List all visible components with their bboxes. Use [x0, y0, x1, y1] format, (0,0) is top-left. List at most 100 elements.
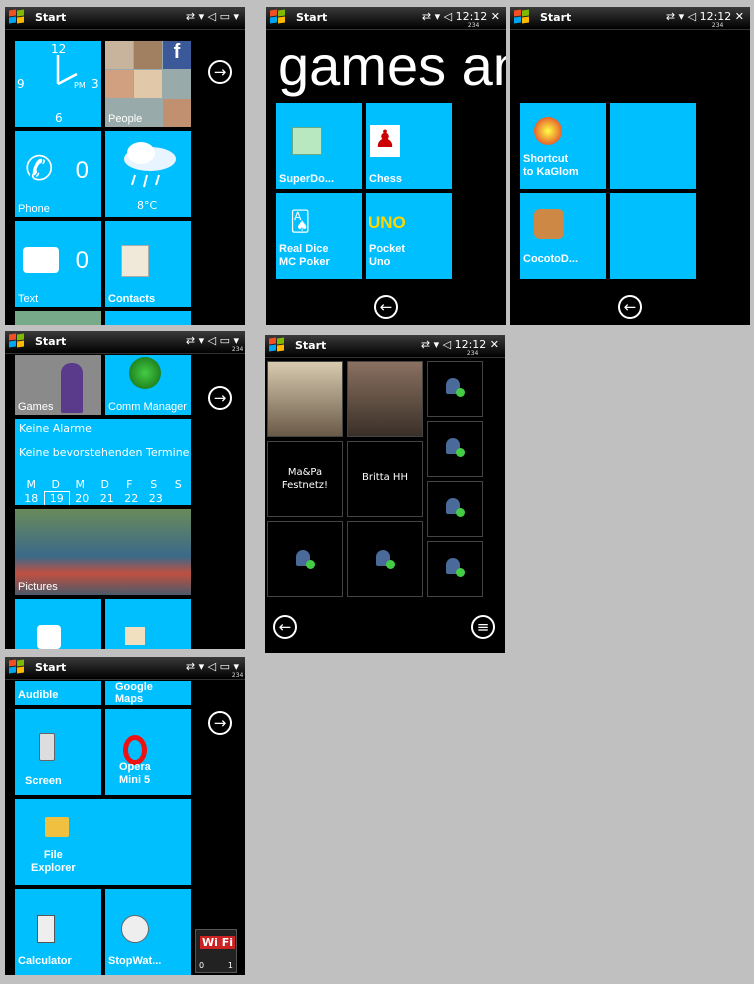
contact-tile[interactable]: Britta HH: [347, 441, 423, 517]
title-bar: Start ⇄ ▾ ◁ 12:12 ✕ 234: [510, 7, 750, 30]
kaglom-tile[interactable]: Shortcut to KaGlom: [520, 103, 606, 189]
status-icons: ⇄ ▾ ◁ 12:12 ✕ 234: [665, 10, 744, 29]
text-label: Text: [18, 293, 39, 305]
superdo-icon: [292, 127, 322, 155]
start-screen-games: Start ⇄ ▾ ◁ 12:12 ✕234 games and fun Sup…: [266, 7, 506, 325]
person-photo-4: [134, 70, 162, 98]
phone-tile[interactable]: ✆ 0 Phone: [15, 131, 101, 217]
cocoto-icon: [534, 209, 564, 239]
clock-12: 12: [51, 42, 67, 56]
wifi-widget[interactable]: Wi Fi 0 1: [195, 929, 237, 973]
add-contact-tile[interactable]: [427, 361, 483, 417]
partial-tile[interactable]: [15, 599, 101, 649]
stopwatch-label: StopWat...: [108, 955, 162, 967]
empty-tile[interactable]: [610, 193, 696, 279]
weather-tile[interactable]: 8°C: [105, 131, 191, 217]
opera-tile[interactable]: Opera Mini 5: [105, 709, 191, 795]
arrow-left-icon[interactable]: ←: [374, 295, 398, 319]
opera-label: Opera Mini 5: [119, 761, 151, 786]
stopwatch-icon: [121, 915, 149, 943]
alarms-text: Keine Alarme: [19, 422, 92, 435]
add-contact-tile[interactable]: [427, 481, 483, 537]
contact-photo-tile[interactable]: [267, 361, 343, 437]
empty-tile[interactable]: [610, 103, 696, 189]
speech-bubble-icon: [23, 247, 59, 273]
games-label: Games: [18, 401, 54, 413]
partial-tile[interactable]: [105, 599, 191, 649]
add-contact-tile[interactable]: [427, 421, 483, 477]
close-icon[interactable]: ✕: [735, 10, 744, 23]
start-label[interactable]: Start: [295, 339, 326, 352]
weather-temp: 8°C: [137, 199, 158, 212]
people-tile[interactable]: f People: [105, 41, 191, 127]
cocoto-label: CocotoD...: [523, 253, 578, 265]
google-maps-tile[interactable]: Google Maps: [105, 681, 191, 705]
contact-tile[interactable]: Ma&Pa Festnetz!: [267, 441, 343, 517]
clock-tile[interactable]: 12 3 6 9 PM: [15, 41, 101, 127]
plus-badge: [386, 560, 395, 569]
clock-9: 9: [17, 77, 25, 91]
start-label[interactable]: Start: [35, 335, 66, 348]
close-icon[interactable]: ✕: [490, 338, 499, 351]
windows-logo[interactable]: [9, 333, 27, 350]
plus-badge: [306, 560, 315, 569]
uno-tile[interactable]: UNO Pocket Uno: [366, 193, 452, 279]
arrow-left-icon[interactable]: ←: [618, 295, 642, 319]
audible-tile[interactable]: Audible: [15, 681, 101, 705]
kaglom-icon: [534, 117, 562, 145]
calendar-tile[interactable]: Keine Alarme Keine bevorstehenden Termin…: [15, 419, 191, 505]
text-count: 0: [75, 247, 89, 274]
comm-manager-tile[interactable]: Comm Manager: [105, 355, 191, 415]
person-photo-5: [163, 99, 191, 127]
start-label[interactable]: Start: [540, 11, 571, 24]
poker-tile[interactable]: 🂡 Real Dice MC Poker: [276, 193, 362, 279]
windows-logo[interactable]: [9, 659, 27, 676]
games-tile[interactable]: Games: [15, 355, 101, 415]
windows-logo[interactable]: [269, 337, 287, 354]
windows-logo[interactable]: [514, 9, 532, 26]
title-bar: Start ⇄ ▾ ◁ 12:12 ✕ 234: [266, 7, 506, 30]
screen-label: Screen: [25, 775, 62, 787]
clock-6: 6: [55, 111, 63, 125]
screen-tile[interactable]: Screen: [15, 709, 101, 795]
phone-rotate-icon: [39, 733, 55, 761]
status-icons: ⇄ ▾ ◁ 12:12 ✕ 234: [421, 10, 500, 29]
calculator-tile[interactable]: Calculator: [15, 889, 101, 975]
start-label[interactable]: Start: [296, 11, 327, 24]
arrow-left-icon[interactable]: ←: [273, 615, 297, 639]
add-contact-tile[interactable]: [267, 521, 343, 597]
partial-tile[interactable]: [15, 311, 101, 325]
partial-tile[interactable]: [105, 311, 191, 325]
windows-logo[interactable]: [270, 9, 288, 26]
arrow-right-icon[interactable]: →: [208, 386, 232, 410]
arrow-right-icon[interactable]: →: [208, 711, 232, 735]
arrow-right-icon[interactable]: →: [208, 60, 232, 84]
chess-tile[interactable]: ♟ Chess: [366, 103, 452, 189]
close-icon[interactable]: ✕: [491, 10, 500, 23]
avatar: [61, 363, 83, 413]
contact-photo-tile[interactable]: [347, 361, 423, 437]
person-photo-2: [134, 41, 162, 69]
day-strip: 18192021222324: [19, 487, 191, 505]
windows-logo[interactable]: [9, 9, 27, 26]
pictures-tile[interactable]: Pictures: [15, 509, 191, 595]
file-explorer-label: File Explorer: [31, 849, 76, 874]
contact-name: Britta HH: [362, 472, 408, 483]
stopwatch-tile[interactable]: StopWat...: [105, 889, 191, 975]
menu-icon[interactable]: ≡: [471, 615, 495, 639]
contacts-icon: [121, 245, 149, 277]
network-code: 234: [231, 672, 244, 679]
person-photo-1: [105, 41, 133, 69]
start-label[interactable]: Start: [35, 661, 66, 674]
chess-icon: ♟: [370, 125, 400, 157]
contacts-tile[interactable]: Contacts: [105, 221, 191, 307]
file-explorer-tile[interactable]: File Explorer: [15, 799, 191, 885]
text-tile[interactable]: 0 Text: [15, 221, 101, 307]
start-label[interactable]: Start: [35, 11, 66, 24]
add-contact-tile[interactable]: [427, 541, 483, 597]
superdo-tile[interactable]: SuperDo...: [276, 103, 362, 189]
wifi-scale-min: 0: [199, 961, 205, 970]
cocoto-tile[interactable]: CocotoD...: [520, 193, 606, 279]
add-contact-tile[interactable]: [347, 521, 423, 597]
phone-count: 0: [75, 157, 89, 184]
